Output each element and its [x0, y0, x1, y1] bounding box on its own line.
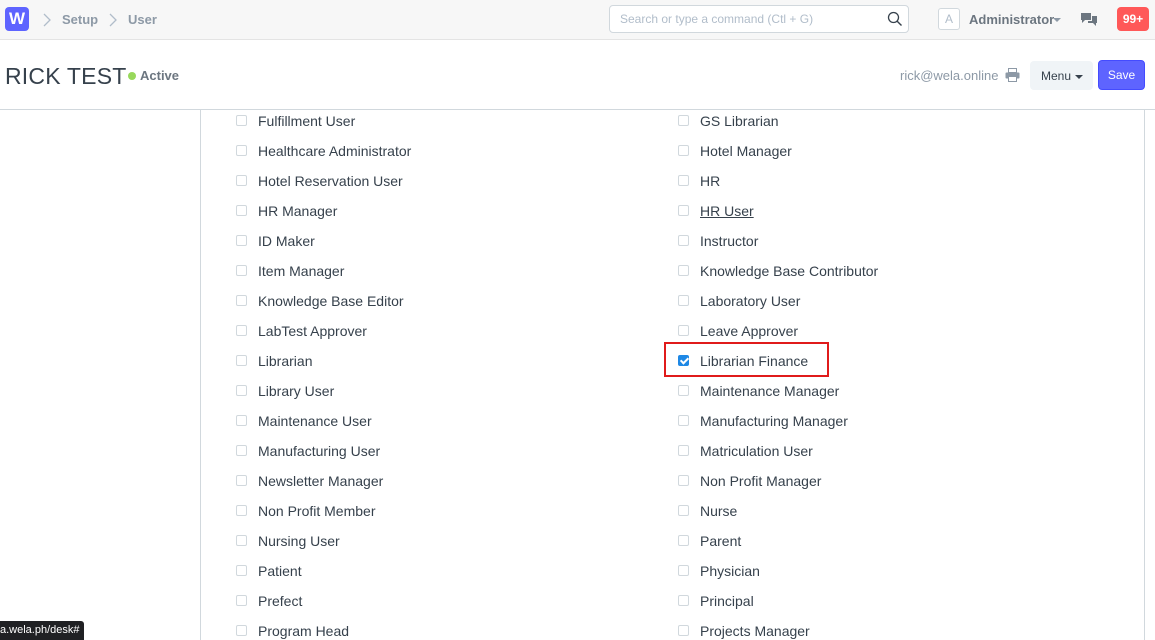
role-label[interactable]: HR Manager: [258, 202, 337, 220]
role-label[interactable]: GS Librarian: [700, 112, 779, 130]
role-label[interactable]: Library User: [258, 382, 334, 400]
role-label[interactable]: Item Manager: [258, 262, 344, 280]
role-label[interactable]: Nurse: [700, 502, 737, 520]
chevron-right-icon: [43, 13, 51, 27]
menu-button-label: Menu: [1041, 68, 1072, 83]
checkbox[interactable]: [678, 625, 689, 636]
checkbox[interactable]: [236, 145, 247, 156]
status-indicator: [128, 72, 136, 80]
avatar[interactable]: A: [938, 8, 960, 30]
checkbox[interactable]: [236, 235, 247, 246]
user-email: rick@wela.online: [900, 68, 999, 83]
role-label[interactable]: Principal: [700, 592, 754, 610]
checkbox[interactable]: [678, 325, 689, 336]
role-label[interactable]: LabTest Approver: [258, 322, 367, 340]
checkbox[interactable]: [236, 205, 247, 216]
save-button[interactable]: Save: [1098, 60, 1145, 90]
checkbox[interactable]: [236, 595, 247, 606]
checkbox[interactable]: [678, 175, 689, 186]
role-label[interactable]: Program Head: [258, 622, 349, 640]
role-label[interactable]: Manufacturing Manager: [700, 412, 848, 430]
checkbox[interactable]: [678, 415, 689, 426]
role-label[interactable]: ID Maker: [258, 232, 315, 250]
role-label[interactable]: Instructor: [700, 232, 758, 250]
breadcrumb-user[interactable]: User: [128, 12, 157, 27]
role-label[interactable]: Healthcare Administrator: [258, 142, 411, 160]
checkbox[interactable]: [678, 115, 689, 126]
caret-down-icon[interactable]: [1053, 18, 1061, 22]
role-label[interactable]: Parent: [700, 532, 741, 550]
checkbox[interactable]: [236, 115, 247, 126]
browser-status-url: a.wela.ph/desk#: [0, 621, 84, 640]
role-label[interactable]: Newsletter Manager: [258, 472, 383, 490]
role-label[interactable]: Laboratory User: [700, 292, 800, 310]
checkbox[interactable]: [678, 205, 689, 216]
role-label[interactable]: Fulfillment User: [258, 112, 355, 130]
menu-button[interactable]: Menu: [1030, 61, 1093, 90]
checkbox[interactable]: [678, 475, 689, 486]
chat-icon[interactable]: [1080, 11, 1098, 27]
role-label[interactable]: Knowledge Base Editor: [258, 292, 404, 310]
checkbox[interactable]: [236, 175, 247, 186]
search-icon[interactable]: [887, 11, 903, 27]
role-label[interactable]: Physician: [700, 562, 760, 580]
checkbox[interactable]: [678, 445, 689, 456]
checkbox[interactable]: [236, 265, 247, 276]
navbar: W Setup User A Administrator 99+: [0, 0, 1155, 40]
search-input[interactable]: [610, 6, 880, 32]
checkbox[interactable]: [236, 535, 247, 546]
checkbox[interactable]: [236, 445, 247, 456]
role-label[interactable]: Librarian: [258, 352, 312, 370]
checkbox[interactable]: [236, 565, 247, 576]
checkbox[interactable]: [678, 235, 689, 246]
chevron-right-icon: [109, 13, 117, 27]
role-label[interactable]: Nursing User: [258, 532, 340, 550]
breadcrumb-setup[interactable]: Setup: [62, 12, 98, 27]
checkbox[interactable]: [678, 565, 689, 576]
role-label[interactable]: HR User: [700, 202, 754, 220]
role-label[interactable]: Non Profit Member: [258, 502, 375, 520]
highlight-annotation: [664, 342, 829, 377]
search-box: [609, 5, 909, 33]
user-menu[interactable]: Administrator: [969, 12, 1054, 27]
role-label[interactable]: Non Profit Manager: [700, 472, 821, 490]
page-title: RICK TEST: [5, 63, 127, 89]
role-label[interactable]: Patient: [258, 562, 302, 580]
app-logo[interactable]: W: [5, 7, 29, 31]
checkbox[interactable]: [236, 385, 247, 396]
role-label[interactable]: Leave Approver: [700, 322, 798, 340]
role-label[interactable]: Projects Manager: [700, 622, 810, 640]
roles-section: Fulfillment User Healthcare Administrator…: [200, 110, 1145, 640]
checkbox[interactable]: [236, 325, 247, 336]
checkbox[interactable]: [678, 295, 689, 306]
role-label[interactable]: HR: [700, 172, 720, 190]
checkbox[interactable]: [236, 475, 247, 486]
role-label[interactable]: Hotel Manager: [700, 142, 792, 160]
checkbox[interactable]: [236, 415, 247, 426]
role-label[interactable]: Maintenance Manager: [700, 382, 839, 400]
print-icon[interactable]: [1005, 68, 1020, 82]
page-head: RICK TEST Active rick@wela.online Menu S…: [0, 40, 1155, 110]
role-label[interactable]: Manufacturing User: [258, 442, 380, 460]
notifications-badge[interactable]: 99+: [1117, 7, 1149, 31]
checkbox[interactable]: [236, 625, 247, 636]
role-label[interactable]: Knowledge Base Contributor: [700, 262, 878, 280]
checkbox[interactable]: [236, 295, 247, 306]
checkbox[interactable]: [678, 595, 689, 606]
checkbox[interactable]: [678, 505, 689, 516]
checkbox[interactable]: [678, 265, 689, 276]
checkbox[interactable]: [678, 535, 689, 546]
checkbox[interactable]: [236, 505, 247, 516]
checkbox[interactable]: [678, 145, 689, 156]
checkbox[interactable]: [236, 355, 247, 366]
checkbox[interactable]: [678, 385, 689, 396]
role-label[interactable]: Hotel Reservation User: [258, 172, 403, 190]
role-label[interactable]: Prefect: [258, 592, 302, 610]
role-label[interactable]: Matriculation User: [700, 442, 813, 460]
caret-down-icon: [1075, 75, 1083, 79]
role-label[interactable]: Maintenance User: [258, 412, 372, 430]
status-badge: Active: [140, 68, 180, 83]
